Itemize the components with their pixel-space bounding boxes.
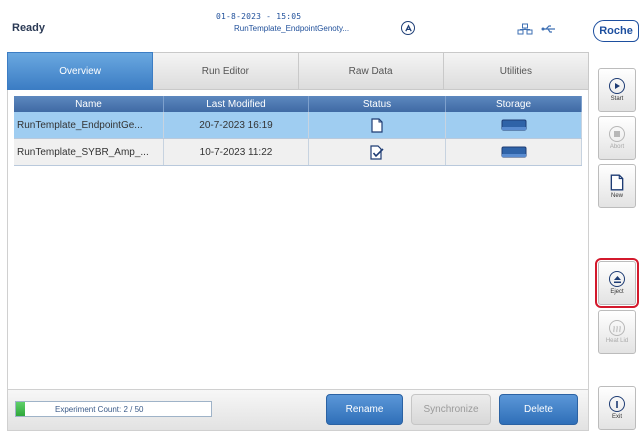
table-row[interactable]: RunTemplate_SYBR_Amp_... 10-7-2023 11:22 bbox=[14, 139, 582, 166]
document-icon bbox=[371, 117, 383, 133]
overview-panel: Name Last Modified Status Storage RunTem… bbox=[7, 90, 589, 390]
new-document-icon bbox=[610, 173, 624, 191]
usb-icon bbox=[541, 25, 555, 33]
drive-icon bbox=[501, 119, 526, 131]
row-name: RunTemplate_SYBR_Amp_... bbox=[14, 139, 164, 165]
start-button[interactable]: Start bbox=[598, 68, 636, 112]
right-sidebar: Start Abort New Eject Heat Lid Exit bbox=[595, 60, 641, 431]
synchronize-button[interactable]: Synchronize bbox=[411, 394, 491, 425]
row-last-modified: 20-7-2023 16:19 bbox=[164, 112, 309, 138]
bottom-action-bar: Experiment Count: 2 / 50 Rename Synchron… bbox=[7, 390, 589, 431]
rename-button[interactable]: Rename bbox=[326, 394, 403, 425]
instrument-status: Ready bbox=[12, 22, 46, 34]
stop-icon bbox=[609, 126, 625, 142]
main-tabs: Overview Run Editor Raw Data Utilities bbox=[7, 52, 589, 90]
column-header-name[interactable]: Name bbox=[14, 96, 164, 112]
eject-button[interactable]: Eject bbox=[595, 258, 639, 308]
experiment-count-bar: Experiment Count: 2 / 50 bbox=[15, 401, 212, 417]
start-label: Start bbox=[610, 96, 624, 102]
abort-label: Abort bbox=[609, 144, 625, 150]
auto-mode-icon bbox=[401, 21, 415, 35]
tab-run-editor[interactable]: Run Editor bbox=[153, 52, 299, 90]
roche-logo: Roche bbox=[593, 20, 639, 42]
exit-label: Exit bbox=[611, 414, 622, 420]
tab-utilities[interactable]: Utilities bbox=[443, 52, 589, 90]
table-header: Name Last Modified Status Storage bbox=[14, 96, 582, 112]
heat-lid-button[interactable]: Heat Lid bbox=[598, 310, 636, 354]
document-check-icon bbox=[370, 144, 384, 160]
experiment-count-label: Experiment Count: 2 / 50 bbox=[55, 404, 144, 414]
experiment-count-fill bbox=[16, 402, 25, 416]
current-run-name: RunTemplate_EndpointGenoty... bbox=[234, 24, 350, 33]
experiment-table: Name Last Modified Status Storage RunTem… bbox=[14, 96, 582, 166]
eject-icon bbox=[609, 271, 625, 287]
network-icon bbox=[517, 23, 533, 35]
exit-button[interactable]: Exit bbox=[598, 386, 636, 430]
column-header-storage[interactable]: Storage bbox=[446, 96, 582, 112]
column-header-status[interactable]: Status bbox=[309, 96, 446, 112]
heat-lid-icon bbox=[609, 320, 625, 336]
delete-button[interactable]: Delete bbox=[499, 394, 578, 425]
date-time: 01-8-2023 - 15:05 bbox=[216, 12, 302, 21]
play-icon bbox=[609, 78, 625, 94]
new-button[interactable]: New bbox=[598, 164, 636, 208]
drive-icon bbox=[501, 146, 526, 158]
table-row[interactable]: RunTemplate_EndpointGe... 20-7-2023 16:1… bbox=[14, 112, 582, 139]
power-icon bbox=[609, 396, 625, 412]
row-last-modified: 10-7-2023 11:22 bbox=[164, 139, 309, 165]
tab-raw-data[interactable]: Raw Data bbox=[298, 52, 444, 90]
new-label: New bbox=[610, 192, 623, 199]
column-header-last-modified[interactable]: Last Modified bbox=[164, 96, 309, 112]
row-name: RunTemplate_EndpointGe... bbox=[14, 112, 164, 138]
eject-label: Eject bbox=[610, 289, 624, 295]
heat-lid-label: Heat Lid bbox=[605, 338, 629, 344]
abort-button[interactable]: Abort bbox=[598, 116, 636, 160]
top-status-bar: Ready 01-8-2023 - 15:05 RunTemplate_Endp… bbox=[0, 0, 641, 48]
tab-overview[interactable]: Overview bbox=[7, 52, 154, 90]
